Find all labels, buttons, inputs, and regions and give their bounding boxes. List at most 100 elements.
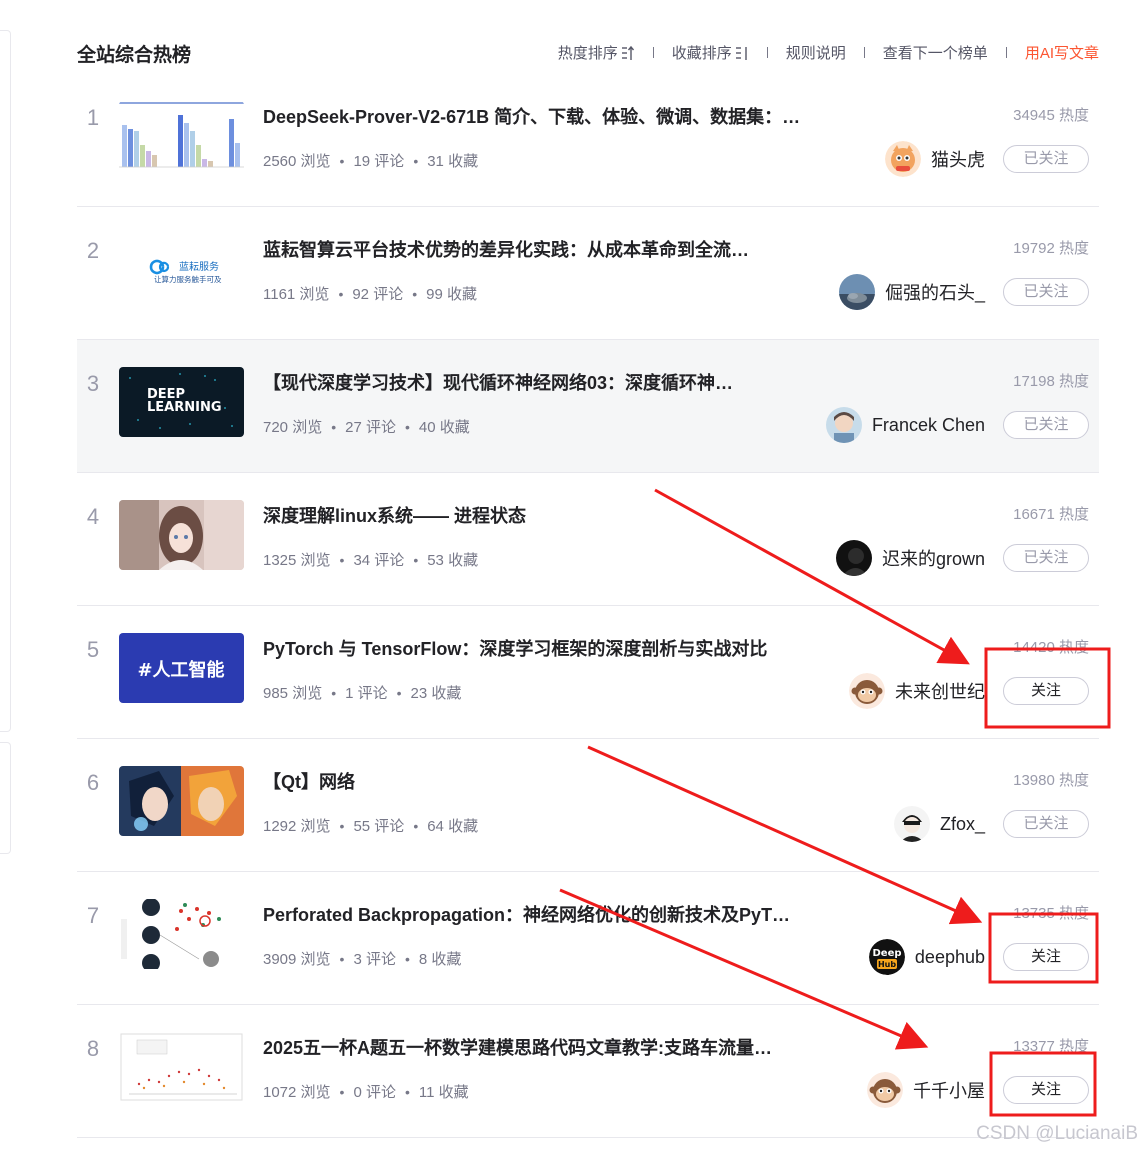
author-name[interactable]: 倔强的石头_ bbox=[885, 279, 985, 305]
comment-count: 27 评论 bbox=[345, 419, 396, 436]
article-thumbnail[interactable] bbox=[119, 766, 244, 836]
article-title[interactable]: Perforated Backpropagation：神经网络优化的创新技术及P… bbox=[263, 901, 843, 927]
article-stats: 985 浏览 • 1 评论 • 23 收藏 bbox=[263, 682, 461, 703]
follow-button[interactable]: 已关注 bbox=[1003, 411, 1089, 439]
nav-separator bbox=[1005, 47, 1007, 58]
view-count: 3909 浏览 bbox=[263, 951, 331, 968]
view-count: 1292 浏览 bbox=[263, 818, 331, 835]
author-info[interactable]: 未来创世纪 bbox=[849, 672, 985, 710]
article-title[interactable]: 蓝耘智算云平台技术优势的差异化实践：从成本革命到全流… bbox=[263, 236, 843, 262]
article-stats: 720 浏览 • 27 评论 • 40 收藏 bbox=[263, 416, 470, 437]
ai-write-link[interactable]: 用AI写文章 bbox=[1025, 42, 1099, 63]
watermark: CSDN @LucianaiB bbox=[976, 1123, 1138, 1144]
article-thumbnail[interactable] bbox=[119, 899, 244, 969]
heat-score: 34945 热度 bbox=[1013, 107, 1089, 124]
article-title[interactable]: PyTorch 与 TensorFlow：深度学习框架的深度剖析与实战对比 bbox=[263, 635, 843, 661]
nav-separator bbox=[652, 47, 654, 58]
article-row[interactable]: 2 蓝耘服务 让算力服务触手可及 蓝耘智算云平台技术优势的差异化实践：从成本革命… bbox=[77, 207, 1099, 340]
article-thumbnail[interactable] bbox=[119, 500, 244, 570]
rank-number: 8 bbox=[86, 1036, 100, 1061]
favorite-count: 64 收藏 bbox=[427, 818, 479, 835]
author-info[interactable]: Francek Chen bbox=[825, 406, 985, 444]
favorite-count: 8 收藏 bbox=[418, 951, 462, 968]
avatar[interactable] bbox=[835, 540, 872, 576]
article-row[interactable]: 4 深度理解linux系统—— 进程状态 1325 浏览 • 34 评论 • 53 … bbox=[77, 473, 1099, 606]
avatar[interactable]: Deep Hub bbox=[868, 939, 905, 975]
view-count: 985 浏览 bbox=[263, 685, 323, 702]
author-info[interactable]: 倔强的石头_ bbox=[838, 273, 985, 311]
author-name[interactable]: 千千小屋 bbox=[913, 1077, 985, 1103]
rank-number: 2 bbox=[86, 238, 100, 263]
follow-button[interactable]: 已关注 bbox=[1003, 810, 1089, 838]
follow-button[interactable]: 已关注 bbox=[1003, 145, 1089, 173]
next-board-link[interactable]: 查看下一个榜单 bbox=[883, 42, 988, 63]
favorite-sort-link[interactable]: 收藏排序 bbox=[672, 42, 749, 63]
heat-sort-link[interactable]: 热度排序 bbox=[558, 42, 635, 63]
heat-score: 13735 热度 bbox=[1013, 905, 1089, 922]
view-count: 1072 浏览 bbox=[263, 1084, 331, 1101]
stat-dot: • bbox=[412, 285, 418, 302]
article-row[interactable]: 6 【Qt】网络 1292 浏览 • 55 评论 • 64 收藏 13980 热度 bbox=[77, 739, 1099, 872]
comment-count: 34 评论 bbox=[353, 552, 405, 569]
rank-number: 7 bbox=[86, 903, 100, 928]
article-title[interactable]: DeepSeek-Prover-V2-671B 简介、下载、体验、微调、数据集：… bbox=[263, 103, 843, 129]
stat-dot: • bbox=[413, 817, 419, 834]
stat-dot: • bbox=[413, 152, 419, 169]
avatar[interactable] bbox=[849, 673, 885, 709]
board-title: 全站综合热榜 bbox=[77, 45, 192, 66]
favorite-count: 23 收藏 bbox=[410, 685, 462, 702]
svg-text:让算力服务触手可及: 让算力服务触手可及 bbox=[154, 274, 222, 284]
avatar[interactable] bbox=[838, 274, 875, 310]
stat-dot: • bbox=[404, 1083, 410, 1100]
article-row[interactable]: 1 DeepSeek-Prover-V2-671B 简介、下载、体验、微调、数据… bbox=[77, 74, 1099, 207]
stat-dot: • bbox=[404, 418, 410, 435]
avatar[interactable] bbox=[867, 1072, 903, 1108]
avatar[interactable] bbox=[893, 806, 930, 842]
author-info[interactable]: 迟来的grown bbox=[835, 539, 985, 577]
article-thumbnail[interactable]: 蓝耘服务 让算力服务触手可及 bbox=[119, 234, 244, 304]
comment-count: 55 评论 bbox=[353, 818, 405, 835]
article-stats: 1072 浏览 • 0 评论 • 11 收藏 bbox=[263, 1081, 469, 1102]
stat-dot: • bbox=[339, 1083, 345, 1100]
article-thumbnail[interactable]: #人工智能 bbox=[119, 633, 244, 703]
follow-button[interactable]: 已关注 bbox=[1003, 278, 1089, 306]
follow-button[interactable]: 关注 bbox=[1003, 943, 1089, 971]
follow-button[interactable]: 已关注 bbox=[1003, 544, 1089, 572]
article-title[interactable]: 【现代深度学习技术】现代循环神经网络03：深度循环神… bbox=[263, 369, 843, 395]
author-name[interactable]: Zfox_ bbox=[940, 814, 985, 835]
nav-separator bbox=[766, 47, 768, 58]
article-thumbnail[interactable] bbox=[119, 101, 244, 171]
heat-score: 14420 热度 bbox=[1013, 639, 1089, 656]
nav-separator bbox=[863, 47, 865, 58]
author-name[interactable]: Francek Chen bbox=[872, 415, 985, 436]
follow-button[interactable]: 关注 bbox=[1003, 1076, 1089, 1104]
article-row[interactable]: 7 Perforated Backpropagation：神经网络优化的创新技术… bbox=[77, 872, 1099, 1005]
stat-dot: • bbox=[338, 285, 344, 302]
avatar[interactable] bbox=[825, 407, 862, 443]
author-info[interactable]: Zfox_ bbox=[893, 805, 985, 843]
author-name[interactable]: 未来创世纪 bbox=[895, 678, 985, 704]
article-row[interactable]: 5 #人工智能 PyTorch 与 TensorFlow：深度学习框架的深度剖析… bbox=[77, 606, 1099, 739]
view-count: 1325 浏览 bbox=[263, 552, 331, 569]
author-info[interactable]: Deep Hub deephub bbox=[868, 938, 985, 976]
rules-link[interactable]: 规则说明 bbox=[786, 42, 846, 63]
author-name[interactable]: 迟来的grown bbox=[882, 545, 985, 571]
stat-dot: • bbox=[331, 684, 337, 701]
article-stats: 1292 浏览 • 55 评论 • 64 收藏 bbox=[263, 815, 478, 836]
article-thumbnail[interactable]: DEEP LEARNING bbox=[119, 367, 244, 437]
article-title[interactable]: 2025五一杯A题五一杯数学建模思路代码文章教学:支路车流量… bbox=[263, 1034, 843, 1060]
author-info[interactable]: 千千小屋 bbox=[867, 1071, 985, 1109]
avatar[interactable] bbox=[885, 141, 921, 177]
author-name[interactable]: deephub bbox=[915, 947, 985, 968]
author-name[interactable]: 猫头虎 bbox=[931, 146, 985, 172]
article-thumbnail[interactable] bbox=[119, 1032, 244, 1102]
article-row[interactable]: 8 2025五一杯A题五一杯数学建模思路代码文章教学:支路车流量… 1072 浏… bbox=[77, 1005, 1099, 1138]
article-title[interactable]: 【Qt】网络 bbox=[263, 768, 843, 794]
author-info[interactable]: 猫头虎 bbox=[885, 140, 985, 178]
article-row[interactable]: 3 DEEP LEARNING 【现代深度学习技术】现代循环神经网络03：深度循… bbox=[77, 340, 1099, 473]
svg-text:Deep: Deep bbox=[872, 948, 901, 959]
heat-score: 17198 热度 bbox=[1013, 373, 1089, 390]
stat-dot: • bbox=[396, 684, 402, 701]
article-title[interactable]: 深度理解linux系统—— 进程状态 bbox=[263, 502, 843, 528]
follow-button[interactable]: 关注 bbox=[1003, 677, 1089, 705]
